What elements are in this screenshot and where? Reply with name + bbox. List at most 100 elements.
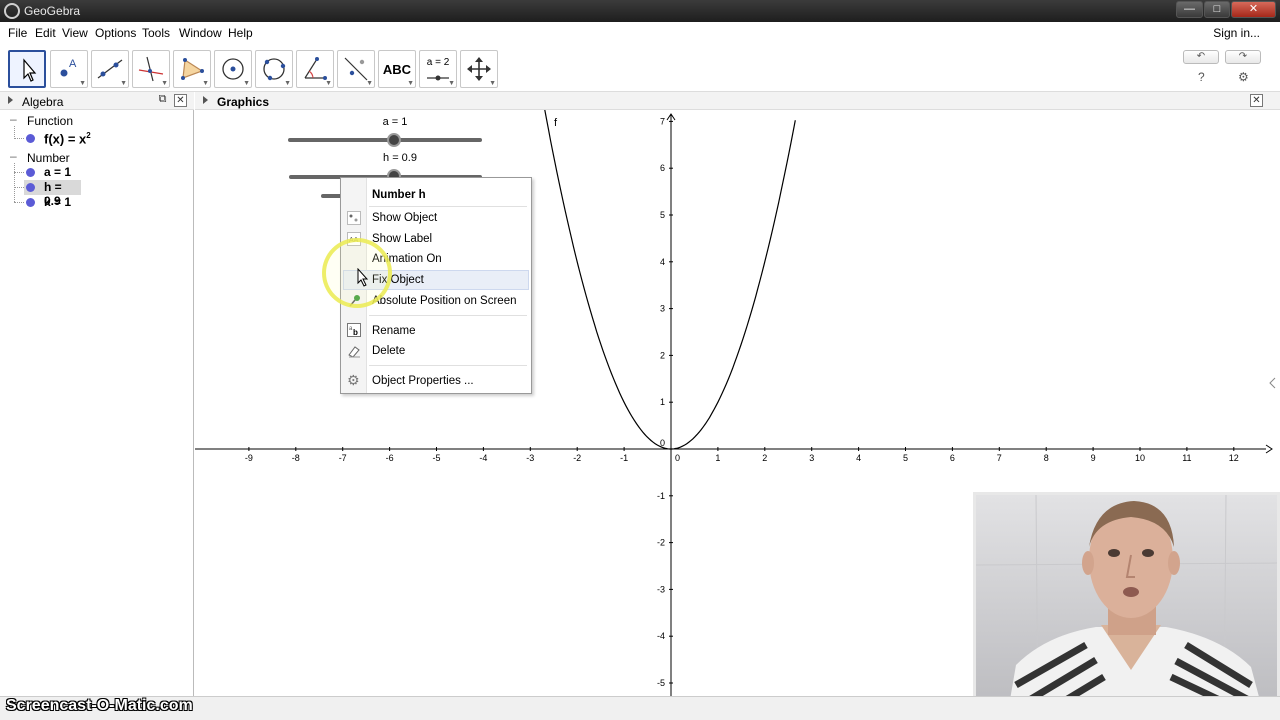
- close-graphics-icon[interactable]: ✕: [1250, 94, 1263, 107]
- visibility-toggle-icon[interactable]: [26, 198, 35, 207]
- x-tick-label: 12: [1229, 453, 1239, 463]
- y-tick-label: 6: [660, 163, 665, 173]
- move-graphics-icon: [467, 57, 491, 81]
- x-tick-label: 7: [997, 453, 1002, 463]
- close-window-button[interactable]: ✕: [1231, 1, 1276, 18]
- pointer-icon: [23, 58, 37, 82]
- menu-separator: [369, 206, 527, 207]
- point-tool-button[interactable]: A ▼: [50, 50, 88, 88]
- geogebra-window: GeoGebra — □ ✕ File Edit View Options To…: [0, 0, 1280, 720]
- window-title: GeoGebra: [24, 4, 81, 18]
- slider-tool-label: a = 2: [426, 57, 450, 68]
- circle-three-points-tool-button[interactable]: ▼: [255, 50, 293, 88]
- x-tick-label: -8: [292, 453, 300, 463]
- text-tool-button[interactable]: ABC ▼: [378, 50, 416, 88]
- angle-tool-button[interactable]: ▼: [296, 50, 334, 88]
- menu-file[interactable]: File: [8, 26, 27, 40]
- collapse-triangle-icon[interactable]: [8, 96, 13, 104]
- collapse-triangle-icon[interactable]: [203, 96, 208, 104]
- webcam-overlay: [973, 492, 1280, 720]
- x-tick-label: 6: [950, 453, 955, 463]
- list-item-function-f[interactable]: f(x) = x2: [24, 131, 184, 146]
- menu-item-delete[interactable]: Delete: [372, 345, 405, 357]
- menu-options[interactable]: Options: [95, 26, 136, 40]
- menu-item-absolute-position[interactable]: Absolute Position on Screen: [372, 295, 516, 307]
- y-tick-label: 4: [660, 257, 665, 267]
- x-axis-arrow-icon: [1265, 444, 1273, 454]
- function-f-exponent: 2: [86, 131, 91, 140]
- menu-bar: File Edit View Options Tools Window Help…: [0, 22, 1280, 44]
- circle-tool-button[interactable]: ▼: [214, 50, 252, 88]
- visibility-toggle-icon[interactable]: [26, 183, 35, 192]
- y-tick-label: 3: [660, 304, 665, 314]
- line-tool-button[interactable]: ▼: [91, 50, 129, 88]
- rename-icon: ab: [347, 323, 361, 337]
- title-bar: GeoGebra — □ ✕: [0, 0, 1280, 22]
- gear-icon[interactable]: ⚙: [1238, 70, 1249, 84]
- perpendicular-line-tool-button[interactable]: ▼: [132, 50, 170, 88]
- close-algebra-icon[interactable]: ✕: [174, 94, 187, 107]
- tree-connector: [14, 202, 24, 203]
- list-item-number-a[interactable]: a = 1: [24, 165, 184, 180]
- y-tick-label: -1: [657, 491, 665, 501]
- menu-help[interactable]: Help: [228, 26, 253, 40]
- svg-text:A: A: [69, 58, 77, 70]
- menu-item-show-label[interactable]: Show Label: [372, 233, 432, 245]
- x-tick-label: -2: [573, 453, 581, 463]
- y-tick-label: -4: [657, 631, 665, 641]
- function-f-label: f(x) = x: [44, 131, 87, 147]
- y-tick-label: -5: [657, 678, 665, 688]
- collapse-number-icon[interactable]: –: [10, 149, 17, 163]
- slider-a-handle[interactable]: [387, 133, 401, 147]
- undock-icon[interactable]: ⧉: [156, 94, 169, 107]
- menu-item-rename[interactable]: Rename: [372, 325, 415, 337]
- menu-view[interactable]: View: [62, 26, 88, 40]
- y-tick-label: -3: [657, 584, 665, 594]
- category-function: Function: [27, 114, 74, 128]
- menu-window[interactable]: Window: [179, 26, 222, 40]
- circle-center-icon: [222, 58, 244, 80]
- menu-edit[interactable]: Edit: [35, 26, 56, 40]
- graphics-panel-header: Graphics ✕: [195, 92, 1280, 110]
- algebra-panel-title: Algebra: [22, 95, 64, 109]
- perpendicular-line-icon: [138, 56, 164, 82]
- x-tick-label: 2: [762, 453, 767, 463]
- side-collapse-arrow-icon[interactable]: [1269, 377, 1276, 389]
- maximize-button[interactable]: □: [1204, 1, 1230, 18]
- menu-item-object-properties[interactable]: Object Properties ...: [372, 375, 474, 387]
- list-item-number-k[interactable]: k = 1: [24, 195, 184, 210]
- menu-tools[interactable]: Tools: [142, 26, 170, 40]
- menu-item-show-object[interactable]: Show Object: [372, 212, 437, 224]
- show-object-icon: [347, 211, 361, 225]
- visibility-toggle-icon[interactable]: [26, 134, 35, 143]
- angle-icon: [304, 57, 327, 80]
- list-item-number-h[interactable]: h = 0.9: [24, 180, 81, 208]
- slider-tool-button[interactable]: a = 2 ▼: [419, 50, 457, 88]
- function-f-curve[interactable]: [544, 110, 796, 450]
- x-tick-label: 9: [1091, 453, 1096, 463]
- undo-button[interactable]: ↶: [1183, 50, 1219, 64]
- x-tick-label: 11: [1182, 453, 1191, 463]
- polygon-tool-button[interactable]: ▼: [173, 50, 211, 88]
- x-tick-label: 5: [903, 453, 908, 463]
- tree-connector: [14, 163, 15, 202]
- reflect-tool-button[interactable]: ▼: [337, 50, 375, 88]
- y-tick-label: 1: [660, 397, 665, 407]
- tree-connector: [14, 172, 24, 173]
- mouse-cursor-icon: [357, 268, 369, 287]
- redo-button[interactable]: ↷: [1225, 50, 1261, 64]
- move-tool-button[interactable]: [8, 50, 46, 88]
- visibility-toggle-icon[interactable]: [26, 168, 35, 177]
- circle-three-points-icon: [263, 58, 286, 81]
- toolbar: A ▼ ▼ ▼ ▼ ▼ ▼ ▼ ▼ ABC ▼ a = 2 ▼ ▼ ↶ ↷ ? …: [0, 44, 1280, 92]
- screencast-watermark: Screencast-O-Matic.com: [6, 697, 193, 714]
- collapse-function-icon[interactable]: –: [10, 112, 17, 126]
- minimize-button[interactable]: —: [1176, 1, 1203, 18]
- move-graphics-view-tool-button[interactable]: ▼: [460, 50, 498, 88]
- geogebra-logo-icon: [4, 3, 20, 19]
- svg-text:b: b: [353, 328, 358, 337]
- help-icon[interactable]: ?: [1198, 70, 1205, 84]
- graphics-panel-title: Graphics: [217, 95, 270, 109]
- sign-in-link[interactable]: Sign in...: [1213, 26, 1260, 40]
- x-tick-label: -6: [386, 453, 394, 463]
